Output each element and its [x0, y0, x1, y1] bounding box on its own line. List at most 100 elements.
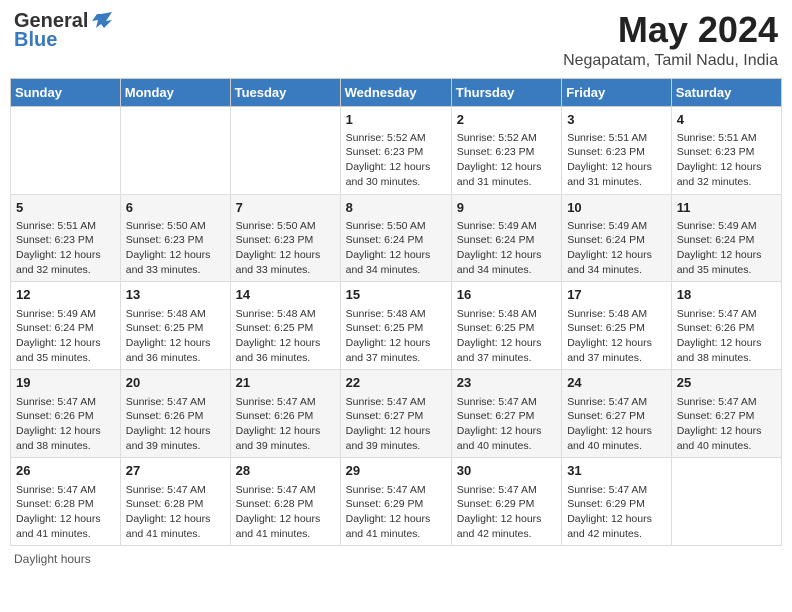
day-info: Sunset: 6:28 PM	[16, 497, 115, 512]
day-info: Sunrise: 5:48 AM	[346, 307, 446, 322]
day-info: Sunset: 6:25 PM	[567, 321, 666, 336]
weekday-header-monday: Monday	[120, 78, 230, 106]
calendar-cell	[11, 106, 121, 194]
day-info: Sunrise: 5:47 AM	[236, 395, 335, 410]
weekday-header-wednesday: Wednesday	[340, 78, 451, 106]
weekday-header-saturday: Saturday	[671, 78, 781, 106]
day-info: Daylight: 12 hours and 35 minutes.	[677, 248, 776, 277]
day-info: Sunset: 6:29 PM	[346, 497, 446, 512]
calendar-cell: 25Sunrise: 5:47 AMSunset: 6:27 PMDayligh…	[671, 370, 781, 458]
day-number: 30	[457, 462, 556, 480]
calendar-cell: 29Sunrise: 5:47 AMSunset: 6:29 PMDayligh…	[340, 458, 451, 546]
day-info: Sunset: 6:23 PM	[567, 145, 666, 160]
calendar-cell: 27Sunrise: 5:47 AMSunset: 6:28 PMDayligh…	[120, 458, 230, 546]
day-info: Sunrise: 5:51 AM	[567, 131, 666, 146]
day-number: 25	[677, 374, 776, 392]
day-info: Daylight: 12 hours and 37 minutes.	[346, 336, 446, 365]
day-info: Daylight: 12 hours and 34 minutes.	[457, 248, 556, 277]
day-info: Sunset: 6:26 PM	[677, 321, 776, 336]
day-number: 17	[567, 286, 666, 304]
day-info: Daylight: 12 hours and 34 minutes.	[567, 248, 666, 277]
day-info: Sunset: 6:23 PM	[16, 233, 115, 248]
day-info: Daylight: 12 hours and 38 minutes.	[16, 424, 115, 453]
day-info: Daylight: 12 hours and 30 minutes.	[346, 160, 446, 189]
day-info: Daylight: 12 hours and 39 minutes.	[346, 424, 446, 453]
calendar-cell: 3Sunrise: 5:51 AMSunset: 6:23 PMDaylight…	[562, 106, 672, 194]
day-info: Sunrise: 5:48 AM	[236, 307, 335, 322]
location-text: Negapatam, Tamil Nadu, India	[563, 52, 778, 70]
day-info: Sunset: 6:25 PM	[346, 321, 446, 336]
day-info: Sunrise: 5:47 AM	[16, 483, 115, 498]
day-info: Sunset: 6:28 PM	[236, 497, 335, 512]
day-info: Sunrise: 5:48 AM	[126, 307, 225, 322]
day-info: Sunset: 6:24 PM	[346, 233, 446, 248]
week-row-3: 12Sunrise: 5:49 AMSunset: 6:24 PMDayligh…	[11, 282, 782, 370]
day-number: 4	[677, 111, 776, 129]
day-info: Sunset: 6:23 PM	[346, 145, 446, 160]
day-number: 9	[457, 199, 556, 217]
calendar-cell: 17Sunrise: 5:48 AMSunset: 6:25 PMDayligh…	[562, 282, 672, 370]
page-header: General Blue May 2024 Negapatam, Tamil N…	[10, 10, 782, 70]
calendar-cell: 26 Sunrise: 5:47 AMSunset: 6:28 PMDayligh…	[11, 458, 121, 546]
day-info: Sunrise: 5:50 AM	[346, 219, 446, 234]
calendar-cell: 10Sunrise: 5:49 AMSunset: 6:24 PMDayligh…	[562, 194, 672, 282]
day-info: Daylight: 12 hours and 42 minutes.	[457, 512, 556, 541]
day-info: Daylight: 12 hours and 39 minutes.	[236, 424, 335, 453]
day-info: Sunset: 6:25 PM	[457, 321, 556, 336]
calendar-cell: 20Sunrise: 5:47 AMSunset: 6:26 PMDayligh…	[120, 370, 230, 458]
day-number: 14	[236, 286, 335, 304]
calendar-cell: 11Sunrise: 5:49 AMSunset: 6:24 PMDayligh…	[671, 194, 781, 282]
day-number: 2	[457, 111, 556, 129]
day-info: Sunrise: 5:47 AM	[346, 395, 446, 410]
day-number: 20	[126, 374, 225, 392]
day-number: 22	[346, 374, 446, 392]
calendar-cell: 16Sunrise: 5:48 AMSunset: 6:25 PMDayligh…	[451, 282, 561, 370]
day-number: 10	[567, 199, 666, 217]
day-info: Sunset: 6:26 PM	[16, 409, 115, 424]
day-number: 3	[567, 111, 666, 129]
day-info: Sunset: 6:27 PM	[457, 409, 556, 424]
day-info: Sunrise: 5:49 AM	[567, 219, 666, 234]
week-row-4: 19Sunrise: 5:47 AMSunset: 6:26 PMDayligh…	[11, 370, 782, 458]
day-info: Daylight: 12 hours and 41 minutes.	[16, 512, 115, 541]
day-info: Daylight: 12 hours and 37 minutes.	[567, 336, 666, 365]
weekday-header-friday: Friday	[562, 78, 672, 106]
day-info: Sunset: 6:24 PM	[16, 321, 115, 336]
day-info: Sunset: 6:27 PM	[346, 409, 446, 424]
day-info: Sunrise: 5:49 AM	[677, 219, 776, 234]
day-info: Daylight: 12 hours and 36 minutes.	[236, 336, 335, 365]
week-row-5: 26Sunrise: 5:47 AMSunset: 6:28 PMDayligh…	[11, 458, 782, 546]
day-info: Sunrise: 5:47 AM	[126, 483, 225, 498]
day-number: 7	[236, 199, 335, 217]
day-info: Sunrise: 5:50 AM	[126, 219, 225, 234]
week-row-2: 5Sunrise: 5:51 AMSunset: 6:23 PMDaylight…	[11, 194, 782, 282]
calendar-cell: 22 Sunrise: 5:47 AMSunset: 6:27 PMDayligh…	[340, 370, 451, 458]
day-info: Daylight: 12 hours and 31 minutes.	[457, 160, 556, 189]
weekday-header-thursday: Thursday	[451, 78, 561, 106]
footer-note: Daylight hours	[10, 552, 782, 566]
day-info: Sunrise: 5:47 AM	[457, 483, 556, 498]
day-number: 21	[236, 374, 335, 392]
day-info: Sunrise: 5:51 AM	[677, 131, 776, 146]
month-title: May 2024	[563, 10, 778, 50]
day-info: Sunrise: 5:47 AM	[457, 395, 556, 410]
calendar-cell: 12Sunrise: 5:49 AMSunset: 6:24 PMDayligh…	[11, 282, 121, 370]
day-info: Daylight: 12 hours and 42 minutes.	[567, 512, 666, 541]
day-number: 24	[567, 374, 666, 392]
day-info: Sunrise: 5:47 AM	[677, 307, 776, 322]
day-info: Sunrise: 5:47 AM	[236, 483, 335, 498]
day-info: Daylight: 12 hours and 41 minutes.	[236, 512, 335, 541]
day-info: Daylight: 12 hours and 34 minutes.	[346, 248, 446, 277]
day-info: Sunset: 6:26 PM	[236, 409, 335, 424]
calendar-cell: 5Sunrise: 5:51 AMSunset: 6:23 PMDaylight…	[11, 194, 121, 282]
day-number: 26	[16, 462, 115, 480]
day-info: Daylight: 12 hours and 33 minutes.	[236, 248, 335, 277]
logo: General Blue	[14, 10, 112, 52]
day-info: Sunrise: 5:49 AM	[457, 219, 556, 234]
calendar-cell: 8Sunrise: 5:50 AMSunset: 6:24 PMDaylight…	[340, 194, 451, 282]
day-number: 1	[346, 111, 446, 129]
weekday-header-row: SundayMondayTuesdayWednesdayThursdayFrid…	[11, 78, 782, 106]
calendar-cell: 18Sunrise: 5:47 AMSunset: 6:26 PMDayligh…	[671, 282, 781, 370]
day-number: 15	[346, 286, 446, 304]
calendar-cell: 30Sunrise: 5:47 AMSunset: 6:29 PMDayligh…	[451, 458, 561, 546]
